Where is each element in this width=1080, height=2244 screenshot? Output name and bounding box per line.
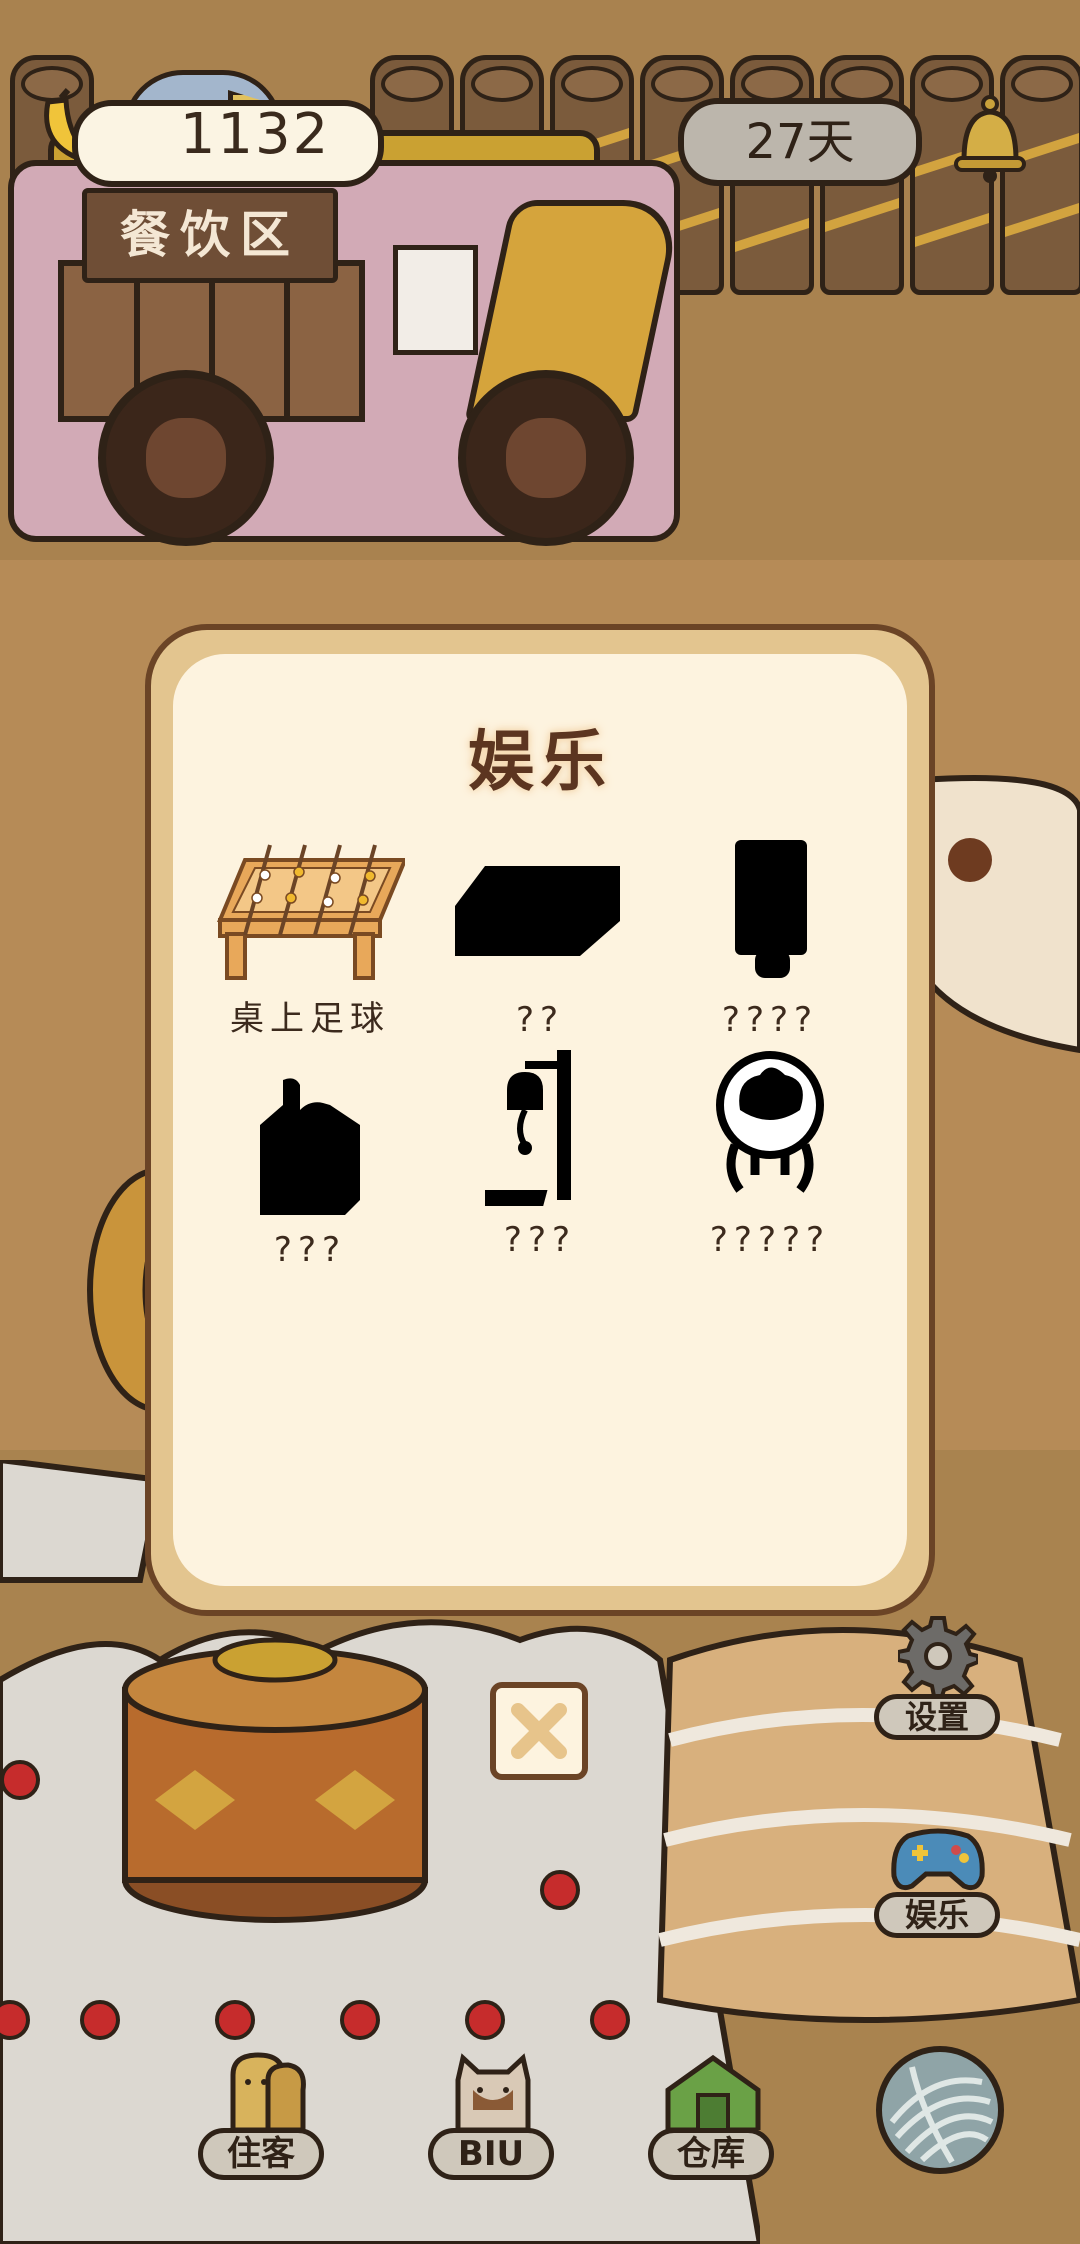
entertainment-label: 娱乐 [874,1892,1000,1938]
item-locked-5[interactable]: ??? [430,1050,650,1260]
gear-icon [898,1616,978,1696]
item-label: ???? [721,1000,819,1040]
locked-silhouette-icon [455,866,620,956]
biu-label: BIU [428,2128,554,2180]
guests-label: 住客 [198,2128,324,2180]
guests-button[interactable]: 住客 [198,2050,328,2180]
item-label: 桌上足球 [230,999,390,1039]
item-locked-4[interactable]: ??? [200,1060,420,1270]
item-locked-2[interactable]: ?? [430,830,650,1040]
locked-silhouette-icon [485,1050,571,1206]
day-counter: 27天 [678,98,922,186]
item-label: ??? [273,1230,347,1270]
zone-sign: 餐饮区 [82,188,338,283]
dialog-title: 娱乐 [468,723,612,800]
coin-amount: 1132 [179,102,331,167]
entertainment-button[interactable]: 娱乐 [874,1826,1000,1946]
warehouse-icon [665,2054,761,2130]
gamepad-icon [891,1828,985,1891]
item-label: ??? [503,1220,577,1260]
guest-character-icon [230,2052,306,2130]
item-label: ?? [515,1000,565,1040]
item-locked-6[interactable]: ????? [660,1050,880,1260]
bell-icon[interactable] [950,92,1030,187]
foosball-table-icon [217,844,405,980]
warehouse-button[interactable]: 仓库 [648,2050,778,2180]
item-label: ????? [709,1220,831,1260]
locked-silhouette-icon [260,1078,360,1215]
settings-button[interactable]: 设置 [874,1616,1000,1746]
settings-label: 设置 [874,1694,1000,1740]
warehouse-label: 仓库 [648,2128,774,2180]
yarn-ball-icon [889,2066,994,2164]
yarn-ball-button[interactable] [876,2046,1004,2174]
pancake-stack [122,1637,428,1923]
locked-silhouette-icon [735,840,807,978]
close-button[interactable] [490,1682,588,1780]
item-foosball[interactable]: 桌上足球 [200,830,420,1040]
item-locked-3[interactable]: ???? [660,830,880,1040]
locked-silhouette-icon [716,1051,824,1193]
close-icon [511,1703,567,1759]
cat-icon [455,2053,531,2130]
biu-button[interactable]: BIU [428,2050,558,2180]
